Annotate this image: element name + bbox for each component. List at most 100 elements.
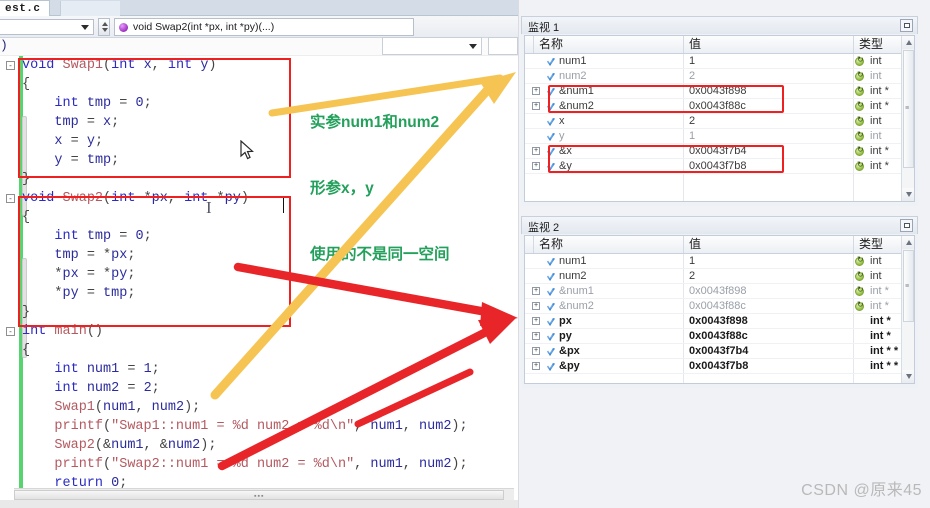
scroll-down-icon[interactable] xyxy=(902,188,914,201)
watch-row-value[interactable]: 1 xyxy=(689,130,695,142)
expand-toggle-icon[interactable]: + xyxy=(532,287,540,295)
watch-row[interactable]: + &px 0x0043f7b4 int * * xyxy=(525,344,914,359)
refresh-value-icon[interactable] xyxy=(855,55,864,66)
watch-row-name[interactable]: num2 xyxy=(559,270,587,282)
watch-row-value[interactable]: 1 xyxy=(689,255,695,267)
watch-row-value[interactable]: 0x0043f7b4 xyxy=(689,345,748,357)
watch-row-name[interactable]: py xyxy=(559,330,572,342)
watch-row-value[interactable]: 0x0043f7b8 xyxy=(689,360,748,372)
watch-row[interactable]: x 2 int xyxy=(525,114,914,129)
scroll-up-icon[interactable] xyxy=(902,36,914,49)
refresh-value-icon[interactable] xyxy=(855,145,864,156)
watch-row-name[interactable]: &num2 xyxy=(559,300,594,312)
watch-row-value[interactable]: 2 xyxy=(689,270,695,282)
watch-row[interactable]: num1 1 int xyxy=(525,54,914,69)
watch-row-name[interactable]: &num1 xyxy=(559,85,594,97)
watch-row-value[interactable]: 0x0043f88c xyxy=(689,330,748,342)
watch-1-rows[interactable]: num1 1 int num2 2 int + &num1 0x0043f898 int * + &n… xyxy=(525,54,914,201)
watch-2-vertical-scrollbar[interactable]: ≡ xyxy=(901,236,914,383)
watch-row[interactable]: num1 1 int xyxy=(525,254,914,269)
watch-1-vertical-scrollbar[interactable]: ≡ xyxy=(901,36,914,201)
watch-row-value[interactable]: 2 xyxy=(689,115,695,127)
watch-2-grid[interactable]: 名称 值 类型 num1 1 int num2 2 int + &num1 0x0043f898… xyxy=(524,235,915,384)
watch-1-window-button[interactable] xyxy=(900,19,913,32)
watch-1-col-value[interactable]: 值 xyxy=(683,36,853,53)
watch-row-name[interactable]: num1 xyxy=(559,255,587,267)
refresh-value-icon[interactable] xyxy=(855,300,864,311)
watch-row-name[interactable]: num1 xyxy=(559,55,587,67)
expand-toggle-icon[interactable]: + xyxy=(532,347,540,355)
watch-2-rows[interactable]: num1 1 int num2 2 int + &num1 0x0043f898 int * + &n… xyxy=(525,254,914,383)
watch-row-value[interactable]: 1 xyxy=(689,55,695,67)
scroll-down-icon[interactable] xyxy=(902,370,914,383)
watch-row-value[interactable]: 0x0043f7b8 xyxy=(689,160,747,172)
watch-row[interactable]: + px 0x0043f898 int * xyxy=(525,314,914,329)
watch-row[interactable]: + &num1 0x0043f898 int * xyxy=(525,84,914,99)
refresh-value-icon[interactable] xyxy=(855,270,864,281)
watch-row[interactable]: + &num1 0x0043f898 int * xyxy=(525,284,914,299)
refresh-value-icon[interactable] xyxy=(855,255,864,266)
watch-row-name[interactable]: &x xyxy=(559,145,572,157)
watch-row-value[interactable]: 0x0043f898 xyxy=(689,285,747,297)
expand-toggle-icon[interactable]: + xyxy=(532,102,540,110)
refresh-value-icon[interactable] xyxy=(855,285,864,296)
watch-2-window-button[interactable] xyxy=(900,219,913,232)
spinner-down-icon[interactable] xyxy=(102,28,108,32)
expand-toggle-icon[interactable]: + xyxy=(532,362,540,370)
watch-row[interactable]: + &x 0x0043f7b4 int * xyxy=(525,144,914,159)
watch-row-name[interactable]: &px xyxy=(559,345,580,357)
watch-row[interactable]: + &num2 0x0043f88c int * xyxy=(525,99,914,114)
watch-row-value[interactable]: 0x0043f898 xyxy=(689,85,747,97)
tab-test-c[interactable]: est.c xyxy=(0,0,50,16)
expand-toggle-icon[interactable]: + xyxy=(532,302,540,310)
watch-row-name[interactable]: &num1 xyxy=(559,285,594,297)
watch-row-name[interactable]: px xyxy=(559,315,572,327)
fold-toggle-icon[interactable]: - xyxy=(6,327,15,336)
watch-row-name[interactable]: &y xyxy=(559,160,572,172)
watch-1-col-name[interactable]: 名称 xyxy=(533,36,683,53)
editor-horizontal-scrollbar[interactable]: ▪▪▪ xyxy=(14,488,514,500)
chevron-down-icon[interactable] xyxy=(469,44,477,49)
watch-row-value[interactable]: 0x0043f88c xyxy=(689,100,746,112)
watch-1-col-type[interactable]: 类型 xyxy=(853,36,903,53)
fold-toggle-icon[interactable]: - xyxy=(6,194,15,203)
function-combo[interactable]: void Swap2(int *px, int *py)(...) xyxy=(114,18,414,36)
watch-row-value[interactable]: 0x0043f898 xyxy=(689,315,748,327)
watch-2-col-type[interactable]: 类型 xyxy=(853,236,903,253)
expand-toggle-icon[interactable]: + xyxy=(532,87,540,95)
editor-filter-combo[interactable] xyxy=(382,37,482,55)
watch-row[interactable]: + py 0x0043f88c int * xyxy=(525,329,914,344)
watch-row[interactable]: + &num2 0x0043f88c int * xyxy=(525,299,914,314)
watch-row[interactable]: y 1 int xyxy=(525,129,914,144)
watch-row-name[interactable]: &num2 xyxy=(559,100,594,112)
expand-toggle-icon[interactable]: + xyxy=(532,332,540,340)
refresh-value-icon[interactable] xyxy=(855,70,864,81)
watch-row-value[interactable]: 2 xyxy=(689,70,695,82)
watch-row-name[interactable]: x xyxy=(559,115,565,127)
refresh-value-icon[interactable] xyxy=(855,130,864,141)
fold-toggle-icon[interactable]: - xyxy=(6,61,15,70)
spinner-up-icon[interactable] xyxy=(102,22,108,26)
watch-row[interactable]: + &y 0x0043f7b8 int * xyxy=(525,159,914,174)
expand-toggle-icon[interactable]: + xyxy=(532,162,540,170)
scope-spinner[interactable] xyxy=(98,18,110,36)
watch-2-col-name[interactable]: 名称 xyxy=(533,236,683,253)
watch-row-name[interactable]: &py xyxy=(559,360,580,372)
refresh-value-icon[interactable] xyxy=(855,85,864,96)
watch-row[interactable]: + &py 0x0043f7b8 int * * xyxy=(525,359,914,374)
refresh-value-icon[interactable] xyxy=(855,100,864,111)
scroll-up-icon[interactable] xyxy=(902,236,914,249)
refresh-value-icon[interactable] xyxy=(855,115,864,126)
watch-row-value[interactable]: 0x0043f88c xyxy=(689,300,746,312)
editor-filter-extra[interactable] xyxy=(488,37,518,55)
watch-row-value[interactable]: 0x0043f7b4 xyxy=(689,145,747,157)
chevron-down-icon[interactable] xyxy=(81,25,89,30)
expand-toggle-icon[interactable]: + xyxy=(532,317,540,325)
watch-row[interactable]: num2 2 int xyxy=(525,269,914,284)
scope-combo[interactable] xyxy=(0,19,94,35)
watch-row[interactable]: num2 2 int xyxy=(525,69,914,84)
watch-row-name[interactable]: num2 xyxy=(559,70,587,82)
watch-2-col-value[interactable]: 值 xyxy=(683,236,853,253)
watch-1-grid[interactable]: 名称 值 类型 num1 1 int num2 2 int + &num1 0x0043f898… xyxy=(524,35,915,202)
refresh-value-icon[interactable] xyxy=(855,160,864,171)
